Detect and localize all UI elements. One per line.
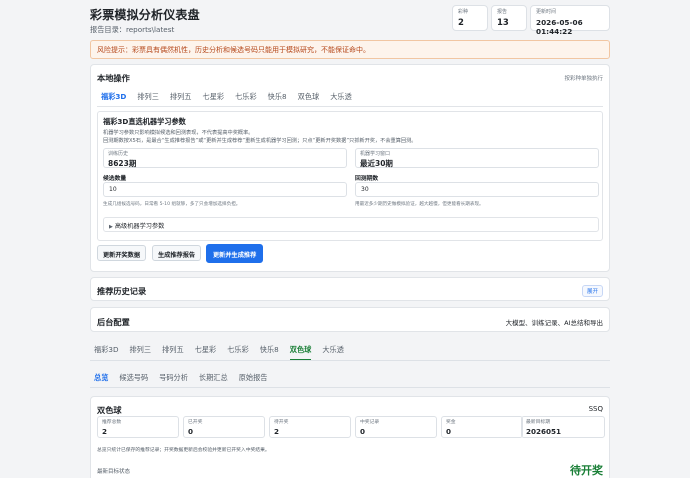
- tab-ssq[interactable]: 双色球: [289, 343, 312, 360]
- candidate-count-hint: 生成几组候选号码，日常看 5-10 组就够，多了只会增加选择负担。: [103, 202, 241, 207]
- triangle-right-icon: ▶: [109, 224, 113, 230]
- metric-label: 奖金: [446, 420, 456, 425]
- tab-dlt[interactable]: 大乐透: [322, 343, 344, 360]
- metric-label: 中奖记录: [360, 420, 380, 425]
- local-operations-card: 本地操作 按彩种单独执行 福彩3D 排列三 排列五 七星彩 七乐彩 快乐8 双色…: [90, 64, 610, 272]
- stat-value: 2: [458, 18, 464, 28]
- stat-label: 报告: [497, 9, 508, 15]
- advanced-label: 高级机器学习参数: [114, 223, 165, 230]
- advanced-ml-params-toggle[interactable]: ▶ 高级机器学习参数: [103, 217, 599, 232]
- metric-wins: 中奖记录 0: [355, 416, 437, 438]
- stat-lottery-count: 彩种 2: [452, 5, 488, 31]
- tab-fc3d[interactable]: 福彩3D: [101, 90, 127, 107]
- recommendation-history-card[interactable]: 推荐历史记录 展开: [90, 277, 610, 301]
- latest-status-value: 待开奖: [570, 464, 603, 477]
- candidate-count-label: 候选数量: [103, 176, 127, 182]
- field-label: 训练历史: [108, 151, 129, 157]
- tab-dlt[interactable]: 大乐透: [330, 90, 352, 107]
- backtest-periods-label: 回测期数: [355, 176, 379, 182]
- overview-card: 双色球 SSQ 推荐总数 2 已开奖 0 待开奖 2 中奖记录 0 奖金 0 最…: [90, 396, 610, 478]
- tab-overview[interactable]: 总览: [94, 371, 109, 388]
- train-history-box: 训练历史 8623期: [103, 148, 347, 168]
- tab-kl8[interactable]: 快乐8: [260, 343, 279, 360]
- stat-label: 更新时间: [536, 9, 557, 15]
- metric-label: 推荐总数: [102, 420, 122, 425]
- overview-note: 总览只统计已保存的推荐记录；开奖数据更新后会校验并更新已开奖入中奖结果。: [97, 448, 270, 453]
- tab-pl3[interactable]: 排列三: [129, 343, 151, 360]
- section-title: 推荐历史记录: [97, 286, 147, 296]
- section-note: 大模型、训练记录、AI总结和导出: [505, 319, 603, 327]
- field-value: 8623期: [108, 159, 137, 168]
- report-directory: 报告目录：reports\latest: [90, 25, 175, 34]
- generate-report-button[interactable]: 生成推荐报告: [152, 245, 202, 261]
- metric-label: 最新目标期: [526, 420, 550, 425]
- tab-divider: [90, 387, 610, 388]
- tab-number-analysis[interactable]: 号码分析: [159, 371, 188, 388]
- stat-report-count: 报告 13: [491, 5, 527, 31]
- latest-status-label: 最新目标状态: [97, 469, 131, 475]
- candidate-count-input[interactable]: 10: [103, 182, 347, 197]
- tab-qxc[interactable]: 七星彩: [203, 90, 225, 107]
- lottery-type-tabs: 福彩3D 排列三 排列五 七星彩 七乐彩 快乐8 双色球 大乐透: [94, 343, 355, 360]
- stat-value: 13: [497, 18, 509, 28]
- metric-label: 待开奖: [274, 420, 289, 425]
- lottery-name: 双色球: [97, 405, 122, 415]
- metric-latest-period: 最新目标期 2026051: [521, 416, 605, 438]
- metric-pending: 待开奖 2: [269, 416, 351, 438]
- stat-value: 2026-05-06 01:44:22: [536, 18, 583, 36]
- metric-total: 推荐总数 2: [97, 416, 179, 438]
- metric-label: 已开奖: [188, 420, 203, 425]
- tab-kl8[interactable]: 快乐8: [268, 90, 287, 107]
- metric-value: 2: [102, 427, 108, 436]
- lottery-code: SSQ: [588, 405, 603, 413]
- backtest-periods-hint: 用最近多少期历史做模拟验证，越大越慢，但更能看长期表现。: [355, 202, 484, 207]
- expand-button[interactable]: 展开: [581, 285, 603, 297]
- tab-candidates[interactable]: 候选号码: [119, 371, 148, 388]
- tab-qlc[interactable]: 七乐彩: [235, 90, 257, 107]
- backtest-periods-input[interactable]: 30: [355, 182, 599, 197]
- panel-title: 福彩3D直选机器学习参数: [103, 117, 186, 126]
- metric-value: 2026051: [526, 427, 562, 436]
- tab-divider: [97, 106, 603, 107]
- section-note: 按彩种单独执行: [564, 76, 603, 82]
- view-tabs: 总览 候选号码 号码分析 长期汇总 原始报告: [94, 371, 278, 388]
- panel-note: 机器学习参数只影响模拟候选和回测表现，不代表提高中奖概率。: [103, 130, 254, 136]
- field-label: 机器学习窗口: [360, 151, 391, 157]
- tab-fc3d[interactable]: 福彩3D: [94, 343, 118, 360]
- metric-value: 0: [360, 427, 366, 436]
- section-title: 本地操作: [97, 73, 130, 83]
- update-and-generate-button[interactable]: 更新并生成推荐: [206, 244, 264, 263]
- metric-value: 0: [446, 427, 452, 436]
- tab-long-term-summary[interactable]: 长期汇总: [199, 371, 228, 388]
- ml-params-panel: 福彩3D直选机器学习参数 机器学习参数只影响模拟候选和回测表现，不代表提高中奖概…: [97, 111, 603, 241]
- metric-value: 2: [274, 427, 280, 436]
- update-draw-data-button[interactable]: 更新开奖数据: [97, 245, 147, 261]
- metric-drawn: 已开奖 0: [183, 416, 265, 438]
- tab-pl5[interactable]: 排列五: [162, 343, 184, 360]
- stat-updated-time: 更新时间 2026-05-06 01:44:22: [530, 5, 610, 36]
- metric-value: 0: [188, 427, 194, 436]
- tab-pl5[interactable]: 排列五: [170, 90, 192, 107]
- lottery-tabs: 福彩3D 排列三 排列五 七星彩 七乐彩 快乐8 双色球 大乐透: [101, 90, 363, 107]
- section-title: 后台配置: [97, 317, 130, 327]
- stat-label: 彩种: [458, 9, 469, 15]
- tab-raw-report[interactable]: 原始报告: [239, 371, 268, 388]
- metric-prize: 奖金 0: [441, 416, 523, 438]
- panel-note: 回测期数按X5石，是最合“生成推荐报告”或“更新并生成荐荐”重新生成机器学习回测…: [103, 138, 417, 144]
- risk-warning: 风险提示：彩票具有偶然机性，历史分析和候选号码只能用于模拟研究，不能保证命中。: [90, 40, 610, 59]
- tab-ssq[interactable]: 双色球: [298, 90, 320, 107]
- field-value: 最近30期: [360, 159, 393, 168]
- ml-window-box: 机器学习窗口 最近30期: [355, 148, 599, 168]
- tab-qxc[interactable]: 七星彩: [195, 343, 217, 360]
- backend-config-card[interactable]: 后台配置 大模型、训练记录、AI总结和导出: [90, 307, 610, 332]
- tab-qlc[interactable]: 七乐彩: [227, 343, 249, 360]
- tab-pl3[interactable]: 排列三: [137, 90, 159, 107]
- page-title: 彩票模拟分析仪表盘: [90, 8, 200, 22]
- tab-divider: [90, 360, 610, 361]
